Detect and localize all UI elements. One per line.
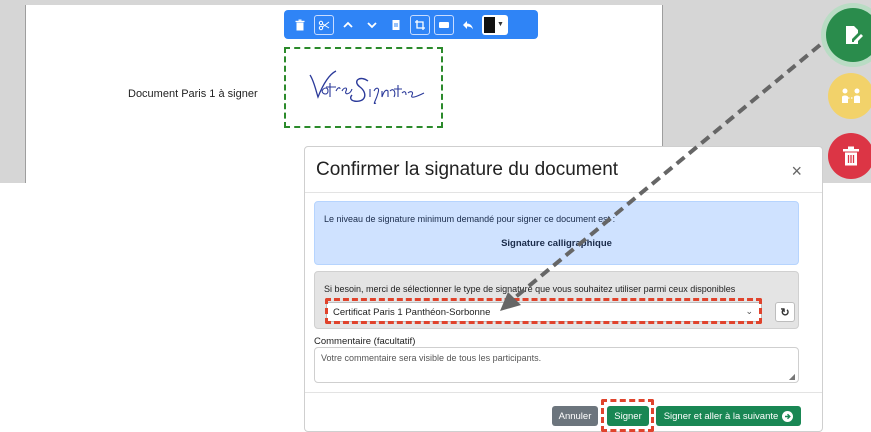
- annotation-arrow: [500, 43, 822, 311]
- app-screen: Document Paris 1 à signer ▼ Confirmer la…: [0, 0, 871, 432]
